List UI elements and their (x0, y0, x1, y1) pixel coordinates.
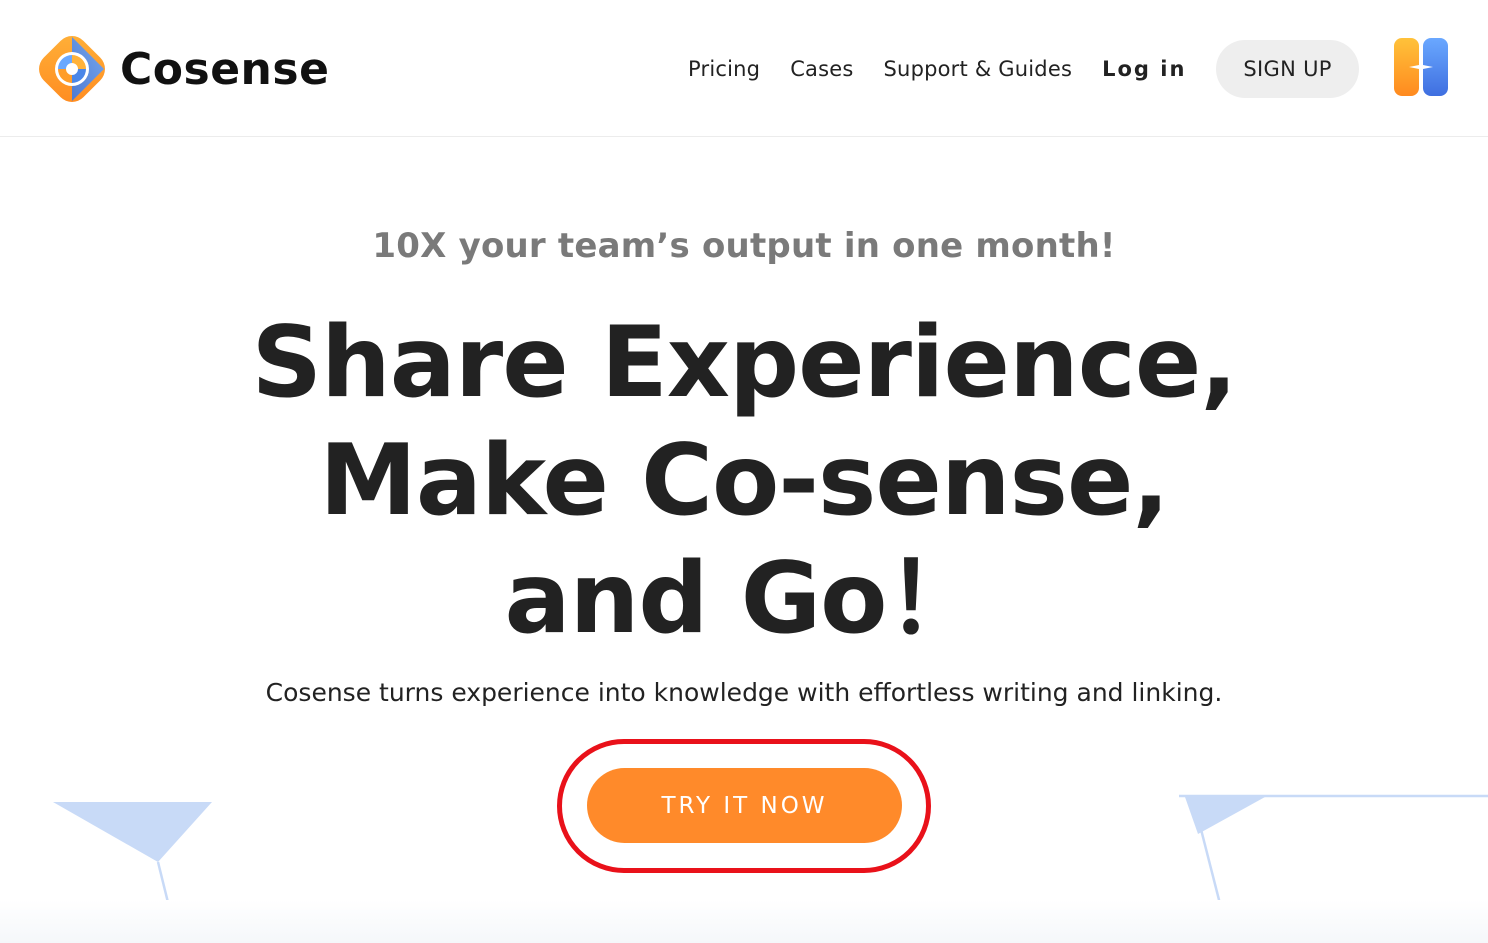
hero-subheading: Cosense turns experience into knowledge … (265, 678, 1223, 707)
nav-cases-link[interactable]: Cases (790, 57, 853, 81)
hero-tagline: 10X your team’s output in one month! (372, 226, 1116, 266)
main-nav: Pricing Cases Support & Guides Log in SI… (688, 40, 1359, 98)
cosense-logo-icon (39, 36, 105, 102)
hero-headline: Share Experience, Make Co-sense, and Go！ (0, 304, 1488, 658)
brand-home-link[interactable]: Cosense (36, 33, 329, 105)
site-header: Cosense Pricing Cases Support & Guides L… (0, 0, 1488, 137)
section-bottom-fade (0, 900, 1488, 943)
nav-pricing-link[interactable]: Pricing (688, 57, 760, 81)
signup-button[interactable]: SIGN UP (1216, 40, 1359, 98)
helpfeel-icon[interactable] (1393, 38, 1449, 96)
nav-support-guides-link[interactable]: Support & Guides (884, 57, 1073, 81)
headline-line-3: and Go！ (504, 542, 985, 656)
headline-line-2: Make Co-sense, (319, 424, 1169, 538)
login-link[interactable]: Log in (1102, 57, 1186, 81)
try-it-now-button[interactable]: TRY IT NOW (587, 768, 902, 843)
headline-line-1: Share Experience, (251, 306, 1237, 420)
brand-name: Cosense (120, 43, 330, 95)
